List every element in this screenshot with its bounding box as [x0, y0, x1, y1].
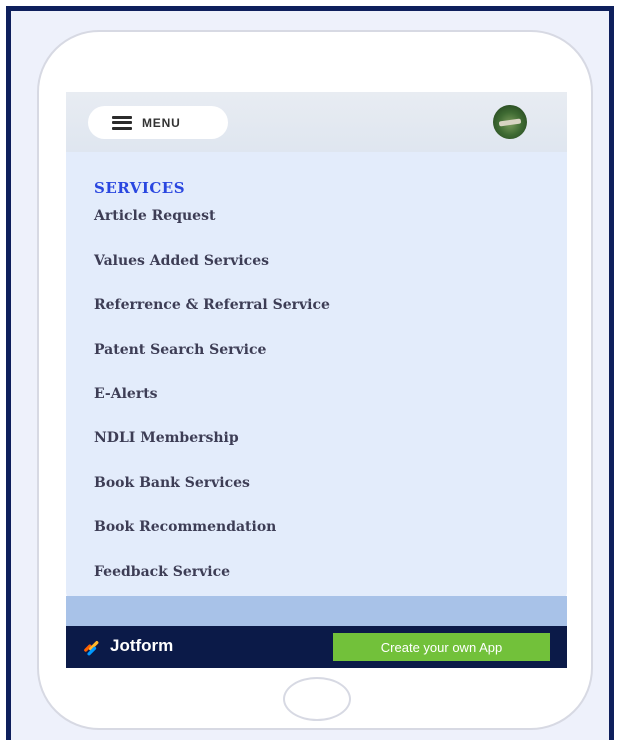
jotform-footer: Jotform Create your own App	[66, 626, 567, 668]
menu-item-book-recommendation[interactable]: Book Recommendation	[94, 519, 276, 535]
hamburger-icon	[112, 115, 132, 130]
profile-avatar-icon[interactable]	[493, 105, 527, 139]
phone-screen: MENU SERVICES Article Request Values Add…	[66, 92, 567, 668]
bottom-strip	[66, 596, 567, 626]
menu-button[interactable]: MENU	[88, 106, 228, 139]
home-button[interactable]	[283, 677, 351, 721]
menu-item-e-alerts[interactable]: E-Alerts	[94, 386, 158, 402]
services-heading: SERVICES	[94, 179, 186, 197]
menu-label: MENU	[142, 115, 181, 130]
services-menu-panel: SERVICES Article Request Values Added Se…	[66, 152, 567, 602]
menu-item-ndli-membership[interactable]: NDLI Membership	[94, 430, 239, 446]
jotform-brand[interactable]: Jotform	[110, 636, 173, 656]
menu-item-values-added-services[interactable]: Values Added Services	[94, 253, 269, 269]
app-header: MENU	[66, 92, 567, 152]
menu-item-article-request[interactable]: Article Request	[94, 208, 215, 224]
jotform-logo-icon	[84, 641, 99, 656]
menu-item-referral-service[interactable]: Referrence & Referral Service	[94, 297, 330, 313]
menu-item-book-bank[interactable]: Book Bank Services	[94, 475, 250, 491]
menu-item-patent-search[interactable]: Patent Search Service	[94, 342, 266, 358]
menu-item-feedback[interactable]: Feedback Service	[94, 564, 230, 580]
create-app-button[interactable]: Create your own App	[333, 633, 550, 661]
